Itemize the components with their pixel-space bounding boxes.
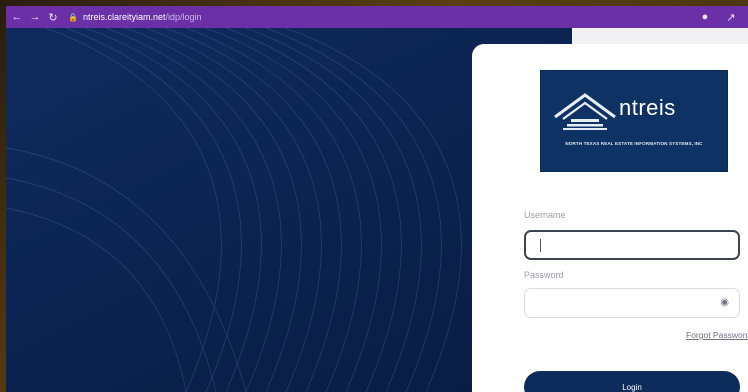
share-icon[interactable]: ↗ xyxy=(724,10,738,24)
browser-address-bar: ← → ↻ 🔒 ntreis.clareityiam.net /idp/logi… xyxy=(6,6,748,28)
text-caret xyxy=(540,239,541,252)
logo-tagline: NORTH TEXAS REAL ESTATE INFORMATION SYST… xyxy=(565,141,703,146)
login-button[interactable]: Login xyxy=(524,371,740,392)
url-domain: ntreis.clareityiam.net xyxy=(82,12,166,22)
password-label: Password xyxy=(524,270,564,280)
username-input[interactable] xyxy=(524,230,740,260)
ntreis-building-logo xyxy=(554,93,616,130)
password-input[interactable]: ◉ xyxy=(524,288,740,318)
ntreis-logo: ntreis NORTH TEXAS REAL ESTATE INFORMATI… xyxy=(540,70,728,172)
url-path: /idp/login xyxy=(165,12,202,22)
url-field[interactable]: 🔒 ntreis.clareityiam.net /idp/login xyxy=(68,12,202,22)
forgot-password-link[interactable]: Forgot Password? xyxy=(686,330,748,340)
eye-icon[interactable]: ◉ xyxy=(720,297,729,308)
location-icon[interactable]: ● xyxy=(698,10,712,24)
photo-frame: ← → ↻ 🔒 ntreis.clareityiam.net /idp/logi… xyxy=(0,0,748,392)
username-label: Username xyxy=(524,210,566,220)
logo-wordmark: ntreis xyxy=(619,95,676,120)
browser-screen: ← → ↻ 🔒 ntreis.clareityiam.net /idp/logi… xyxy=(6,0,748,392)
login-card: ntreis NORTH TEXAS REAL ESTATE INFORMATI… xyxy=(472,44,748,392)
reload-icon[interactable]: ↻ xyxy=(46,10,60,24)
back-arrow-icon[interactable]: ← xyxy=(10,10,24,24)
browser-right-icons: ● ↗ xyxy=(694,10,738,24)
lock-icon: 🔒 xyxy=(68,12,78,22)
forward-arrow-icon[interactable]: → xyxy=(28,10,42,24)
login-page: ntreis NORTH TEXAS REAL ESTATE INFORMATI… xyxy=(6,28,748,392)
